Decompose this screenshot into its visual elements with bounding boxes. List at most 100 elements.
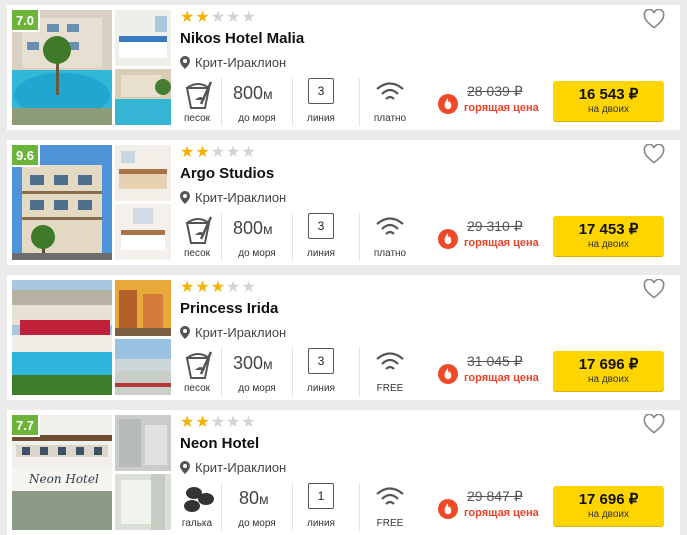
heart-icon[interactable] [643,279,665,299]
star-icon: ★ [210,279,227,296]
star-icon: ★ [241,9,257,26]
price-button[interactable]: 17 696 ₽ на двоих [553,486,664,526]
rating-badge: 7.7 [12,415,40,437]
star-icon: ★ [226,279,242,296]
rating-badge: 9.6 [12,145,40,167]
photo-sign-text: Neon Hotel [29,472,99,486]
heart-icon[interactable] [643,9,665,29]
star-rating: ★★★★★ [180,279,257,297]
star-icon: ★ [226,144,242,161]
distance-label: до моря [238,248,276,259]
price-note: на двоих [587,239,630,250]
location-text: Крит-Ираклион [195,55,287,70]
price-button[interactable]: 17 453 ₽ на двоих [553,216,664,256]
distance-label: до моря [238,113,276,124]
old-price: 31 045 ₽ [467,353,523,369]
star-rating: ★★★★★ [180,414,257,432]
hotel-name[interactable]: Argo Studios [180,165,274,182]
fire-icon [438,94,458,114]
old-price: 29 847 ₽ [467,488,523,504]
star-icon: ★ [241,414,257,431]
hotel-photo-room[interactable] [115,415,171,471]
rating-badge: 7.0 [12,10,40,32]
beach-line-value: 3 [308,213,334,239]
fire-icon [438,499,458,519]
hotel-card[interactable]: Neon Hotel 7.7 ★★★★★ Neon Hotel Крит-Ира… [7,410,680,535]
star-icon: ★ [195,279,211,296]
beach-type: песок [183,248,211,259]
wifi-status: FREE [376,518,404,529]
sand-bucket-icon [185,216,213,244]
price-value: 17 453 ₽ [578,221,639,238]
old-price: 28 039 ₽ [467,83,523,99]
wifi-status: платно [373,113,407,124]
hot-price-label: горящая цена [464,102,539,114]
heart-icon[interactable] [643,144,665,164]
hotel-name[interactable]: Nikos Hotel Malia [180,30,304,47]
star-icon: ★ [226,9,242,26]
beach-type: песок [183,383,211,394]
beach-type: песок [183,113,211,124]
heart-icon[interactable] [643,414,665,434]
price-value: 16 543 ₽ [578,86,639,103]
hotel-location: Крит-Ираклион [180,190,286,205]
hotel-photo-room[interactable] [115,474,171,530]
hotel-photo-view[interactable] [115,339,171,395]
star-icon: ★ [210,144,227,161]
location-text: Крит-Ираклион [195,190,287,205]
wifi-icon [376,487,404,505]
star-icon: ★ [241,279,257,296]
star-icon: ★ [180,9,196,26]
distance-value: 80м [239,488,269,508]
beach-line-value: 3 [308,78,334,104]
hotel-photo-room[interactable] [115,204,171,260]
hotel-photo-street[interactable] [115,280,171,336]
price-value: 17 696 ₽ [578,491,639,508]
map-pin-icon [180,461,190,474]
hotel-name[interactable]: Neon Hotel [180,435,259,452]
price-button[interactable]: 16 543 ₽ на двоих [553,81,664,121]
hot-price-label: горящая цена [464,372,539,384]
distance-value: 800м [233,83,273,103]
hotel-card[interactable]: ★★★★★ Princess Irida Крит-Ираклион песок… [7,275,680,400]
wifi-status: платно [373,248,407,259]
fire-icon [438,229,458,249]
star-icon: ★ [195,414,211,431]
map-pin-icon [180,191,190,204]
hotel-card[interactable]: 7.0 ★★★★★ Nikos Hotel Malia Крит-Ираклио… [7,5,680,130]
star-rating: ★★★★★ [180,9,257,27]
sand-bucket-icon [185,351,213,379]
beach-line-label: линия [307,383,335,394]
hotel-photo-room[interactable] [115,10,171,66]
star-icon: ★ [180,144,196,161]
hotel-photo-pool[interactable] [115,69,171,125]
wifi-icon [376,352,404,370]
hotel-photo-room[interactable] [115,145,171,201]
price-button[interactable]: 17 696 ₽ на двоих [553,351,664,391]
beach-line-label: линия [307,248,335,259]
beach-type: галька [181,518,213,529]
price-value: 17 696 ₽ [578,356,639,373]
star-icon: ★ [180,279,196,296]
star-icon: ★ [210,9,227,26]
star-icon: ★ [226,414,242,431]
star-icon: ★ [241,144,257,161]
sand-bucket-icon [185,81,213,109]
location-text: Крит-Ираклион [195,325,287,340]
hotel-location: Крит-Ираклион [180,55,286,70]
old-price: 29 310 ₽ [467,218,523,234]
star-icon: ★ [195,9,211,26]
distance-label: до моря [238,383,276,394]
hotel-card[interactable]: 9.6 ★★★★★ Argo Studios Крит-Ираклион пес… [7,140,680,265]
distance-value: 300м [233,353,273,373]
wifi-icon [376,217,404,235]
map-pin-icon [180,56,190,69]
hotel-photo-main[interactable] [12,280,112,395]
star-rating: ★★★★★ [180,144,257,162]
price-note: на двоих [587,509,630,520]
beach-line-value: 1 [308,483,334,509]
hotel-name[interactable]: Princess Irida [180,300,278,317]
fire-icon [438,364,458,384]
distance-label: до моря [238,518,276,529]
hotel-location: Крит-Ираклион [180,460,286,475]
